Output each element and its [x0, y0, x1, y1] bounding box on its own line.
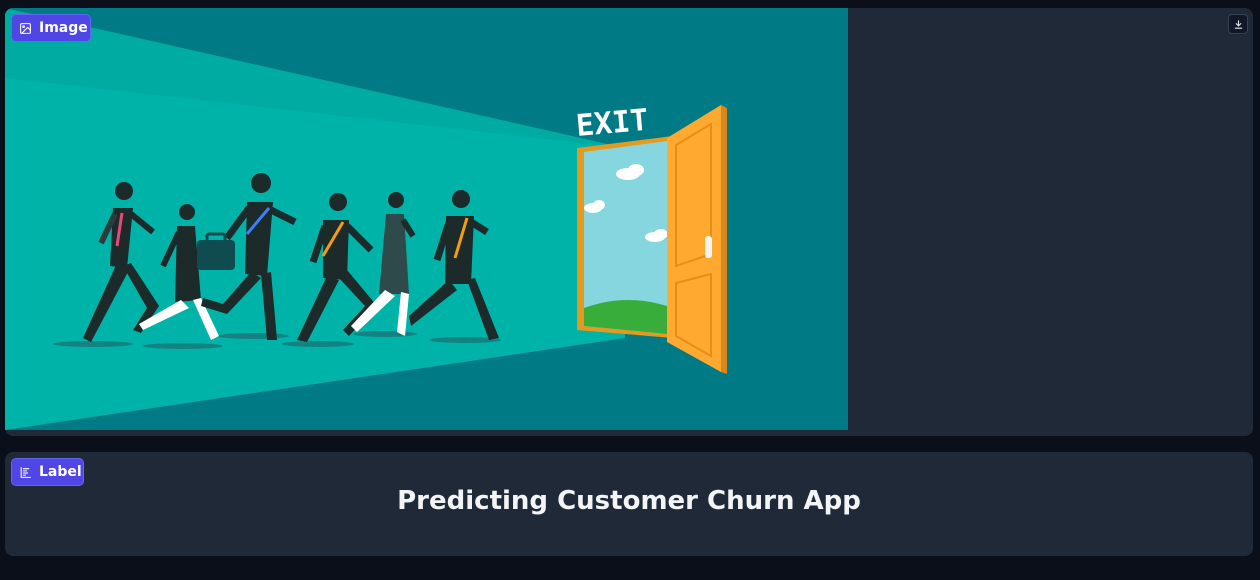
- briefcase: [197, 240, 235, 270]
- download-button[interactable]: [1228, 14, 1248, 34]
- image-label-badge: Image: [11, 14, 91, 42]
- bar-chart-icon: [19, 466, 32, 479]
- label-output-panel: Label Predicting Customer Churn App: [5, 452, 1253, 556]
- label-badge-label: Label: [39, 464, 82, 480]
- predicted-label: Predicting Customer Churn App: [397, 486, 861, 516]
- image-output-panel: Image EXIT: [5, 8, 1253, 436]
- exit-illustration: EXIT: [5, 8, 848, 430]
- exit-sign: EXIT: [575, 103, 650, 144]
- image-badge-label: Image: [39, 20, 88, 36]
- image-icon: [19, 22, 32, 35]
- download-icon: [1233, 15, 1244, 34]
- label-badge: Label: [11, 458, 84, 486]
- door-handle: [705, 236, 712, 258]
